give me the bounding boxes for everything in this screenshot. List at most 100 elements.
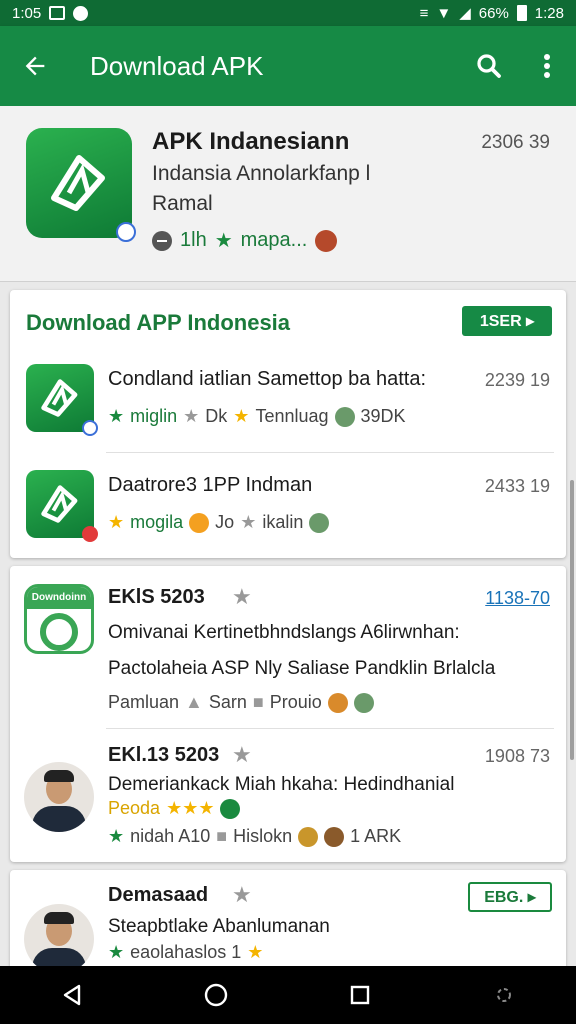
star-icon: ★ (183, 406, 200, 426)
search-icon (477, 54, 501, 78)
item-meta-1: nidah A10 (130, 826, 211, 846)
app-meta-text: 1lh (180, 229, 207, 251)
gallery-icon (49, 6, 66, 20)
star-icon: ★ (214, 230, 233, 252)
list-item[interactable]: Demasaad ★ EBG. ▸ Steapbtlake Abanlumana… (10, 880, 566, 970)
list-item[interactable]: Downdoinn EKlS 5203 ★ 1138-70 Omivanai K… (10, 578, 566, 728)
star-icon: ★ (108, 942, 125, 962)
emoji-icon (334, 406, 355, 427)
app-size: 2306 39 (481, 132, 550, 153)
star-icon: ★ (108, 512, 125, 532)
app-header: APK Indanesiann 2306 39 Indansia Annolar… (0, 106, 576, 282)
item-meta-1: mogila (130, 512, 184, 532)
avatar (315, 229, 338, 252)
item-meta-3: Prouio (269, 692, 322, 712)
status-bar: 1:05 ≡ ▼ ◢ 66% 1:28 (0, 0, 576, 26)
scrollbar[interactable] (570, 480, 574, 760)
nav-recents-button[interactable] (330, 966, 390, 1024)
item-title: EKlS 5203 (108, 586, 205, 608)
divider (106, 452, 554, 453)
signal-icon: ◢ (459, 5, 471, 22)
app-icon (26, 470, 98, 542)
thumb-icon: ▲ (185, 692, 203, 712)
battery-icon (516, 5, 527, 21)
item-number: 2239 19 (484, 370, 550, 390)
item-link[interactable]: 1138-70 (485, 588, 550, 609)
app-meta-text2: mapa... (240, 229, 308, 251)
item-rating: Peoda ★★★ (108, 798, 241, 819)
divider (106, 728, 554, 729)
search-button[interactable] (460, 26, 518, 106)
section-title: Download APP Indonesia (26, 310, 291, 335)
item-meta-1: Pamluan (108, 692, 180, 712)
star-icon: ★ (108, 406, 125, 426)
item-meta-3: Tennluag (255, 406, 329, 426)
app-logo-icon (51, 155, 105, 211)
avatar (24, 762, 94, 832)
item-title: Condland iatlian Samettop ba hatta: (108, 368, 426, 390)
avatar (24, 904, 94, 970)
navigation-bar (0, 966, 576, 1024)
item-number: 1908 73 (484, 746, 550, 766)
section-list: Downdoinn EKlS 5203 ★ 1138-70 Omivanai K… (10, 566, 566, 862)
section-more-button[interactable]: 1SER ▸ (462, 306, 552, 336)
list-item[interactable]: Condland iatlian Samettop ba hatta: 2239… (10, 360, 566, 452)
star-icon: ★ (233, 406, 250, 426)
emoji-icon (189, 512, 210, 533)
list-item[interactable]: EKl.13 5203 ★ 1908 73 Demeriankack Miah … (10, 738, 566, 858)
item-desc: Demeriankack Miah hkaha: Hedindhanial (108, 774, 455, 795)
star-icon: ★ (240, 512, 257, 532)
item-meta: Pamluan ▲ Sarn ■ Prouio (108, 692, 374, 713)
group-icon: ■ (252, 692, 264, 712)
item-desc-2: Peoda (108, 798, 161, 818)
item-meta: ★ eaolahaslos 1 ★ (108, 942, 263, 963)
minus-circle-icon (152, 230, 172, 251)
item-meta-3: ikalin (262, 512, 304, 532)
app-icon-label: Downdoinn (27, 587, 91, 609)
star-icon: ★★★ (166, 798, 215, 818)
battery-percent: 66% (478, 4, 509, 22)
vibrate-icon: ≡ (419, 4, 429, 22)
app-logo-icon (41, 485, 78, 523)
app-icon (26, 364, 98, 436)
nav-home-button[interactable] (186, 966, 246, 1024)
star-outline-icon: ★ (232, 882, 252, 907)
wifi-icon: ▼ (436, 4, 452, 22)
item-meta: ★ miglin ★ Dk ★ Tennluag 39DK (108, 406, 406, 427)
avatar-hair (44, 770, 74, 782)
app-icon: Downdoinn (24, 584, 94, 654)
item-meta-2: Hislokn (233, 826, 293, 846)
avatar-hair (44, 912, 74, 924)
star-outline-icon: ★ (232, 742, 252, 767)
item-meta: ★ nidah A10 ■ Hislokn 1 ARK (108, 826, 401, 847)
avatar-suit (32, 806, 86, 832)
app-developer: Ramal (152, 192, 213, 215)
item-title: EKl.13 5203 (108, 744, 220, 766)
group-icon: ■ (216, 826, 228, 846)
section-more-button[interactable]: EBG. ▸ (468, 882, 552, 912)
badge-icon (82, 526, 98, 542)
back-button[interactable] (0, 26, 70, 106)
item-number: 2433 19 (484, 476, 550, 496)
verified-badge-icon (82, 420, 98, 436)
emoji-icon (327, 692, 348, 713)
item-desc: Omivanai Kertinetbhndslangs A6lirwnhan: (108, 622, 460, 643)
item-desc-2: Pactolaheia ASP Nly Saliase Pandklin Brl… (108, 658, 496, 679)
app-meta: 1lh ★ mapa... (152, 228, 338, 253)
verified-badge-icon (116, 222, 136, 242)
item-desc: Steapbtlake Abanlumanan (108, 916, 330, 937)
star-icon: ★ (108, 826, 125, 846)
item-meta-3: 1 ARK (350, 826, 402, 846)
emoji-icon (309, 512, 330, 533)
app-icon[interactable] (26, 128, 136, 242)
more-vert-icon (544, 54, 550, 78)
star-outline-icon: ★ (232, 584, 252, 609)
more-options-button[interactable] (518, 26, 576, 106)
nav-back-button[interactable] (42, 966, 102, 1024)
page-title: Download APK (90, 50, 264, 81)
nav-rotate-button[interactable] (474, 966, 534, 1024)
app-title: APK Indanesiann (152, 128, 350, 155)
recycle-icon (40, 613, 78, 651)
notification-icon (73, 5, 89, 21)
list-item[interactable]: Daatrore3 1PP Indman 2433 19 ★ mogila Jo… (10, 466, 566, 558)
